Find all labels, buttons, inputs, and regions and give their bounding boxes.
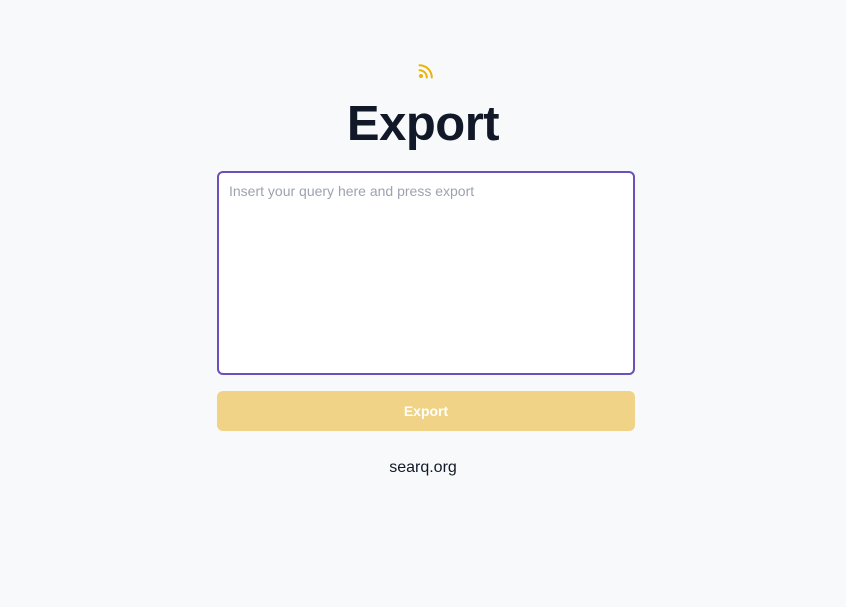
export-button[interactable]: Export [217,391,635,431]
rss-icon [418,64,433,79]
export-page: Export Export searq.org [0,0,846,607]
footer-link[interactable]: searq.org [0,457,846,479]
query-input[interactable] [217,171,635,375]
page-title: Export [346,97,500,151]
